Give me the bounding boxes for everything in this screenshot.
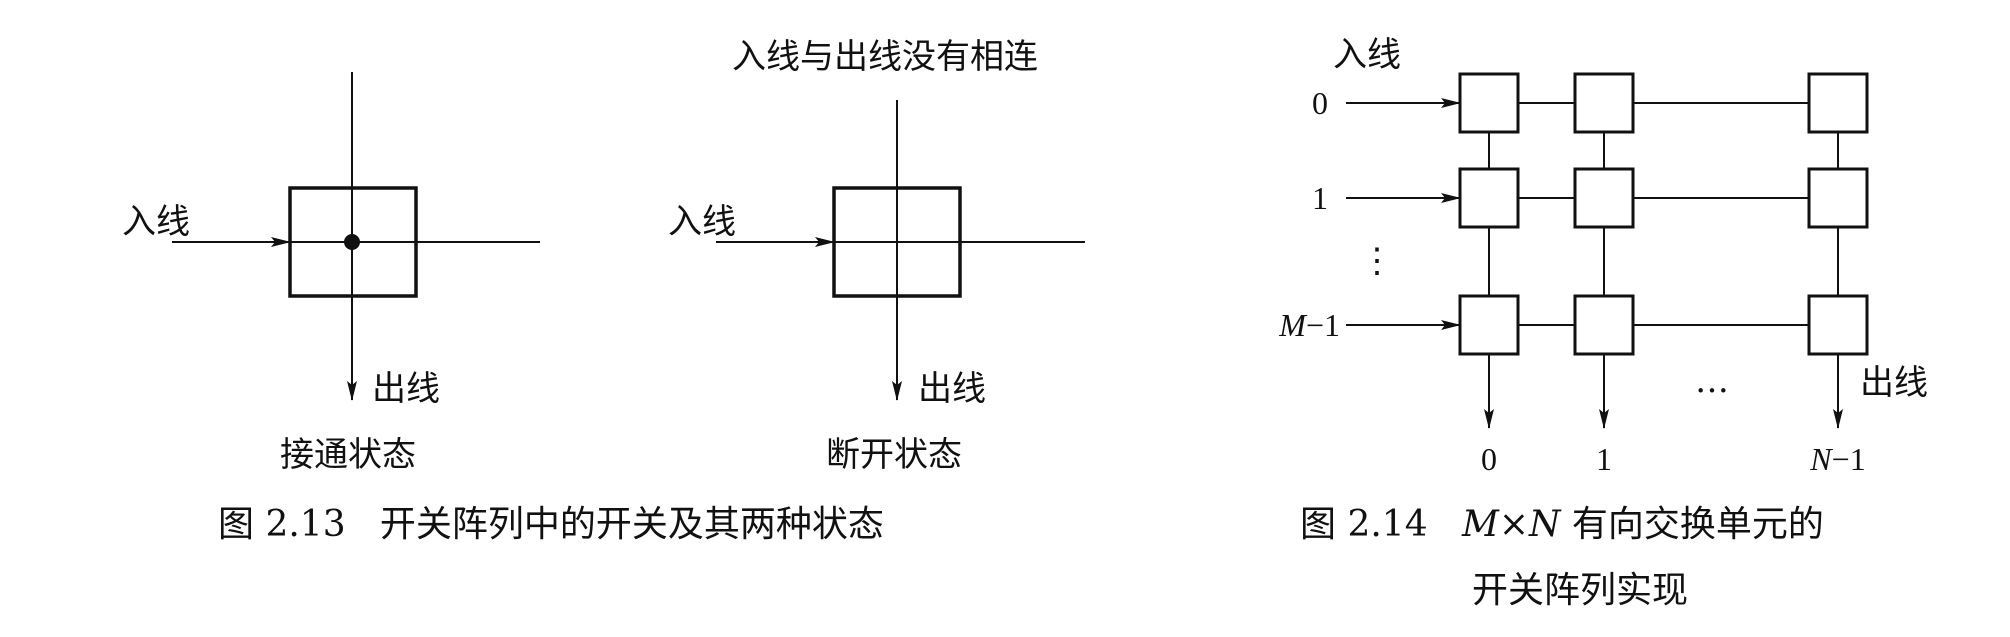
- input-label: 入线: [668, 202, 736, 242]
- state-label: 断开状态: [826, 435, 962, 475]
- col-var-n: N: [1809, 441, 1833, 477]
- switch-cell: [1807, 167, 1869, 229]
- caption-var-n: N: [1528, 504, 1562, 545]
- switch-cell: [1458, 294, 1520, 356]
- switch-cell: [1458, 72, 1520, 134]
- caption-var-m: M: [1461, 504, 1500, 545]
- col-label-1: 1: [1596, 441, 1612, 477]
- row-var-m: M: [1278, 307, 1308, 343]
- switch-cell: [1458, 167, 1520, 229]
- row-label-0: 0: [1312, 85, 1328, 121]
- switch-cell: [1573, 72, 1635, 134]
- state-label: 接通状态: [280, 435, 416, 475]
- switch-connected: 入线 出线 接通状态: [122, 72, 540, 475]
- row-label-m-1: M−1: [1278, 307, 1340, 343]
- input-label: 入线: [122, 202, 190, 242]
- caption-prefix: 图 2.14: [1300, 504, 1462, 545]
- caption-times: ×: [1499, 504, 1529, 545]
- figure-2-13-caption: 图 2.13 开关阵列中的开关及其两种状态: [218, 504, 884, 545]
- figure-2-14-caption-line2: 开关阵列实现: [1472, 570, 1688, 611]
- row-suffix: −1: [1306, 307, 1340, 343]
- switch-cell: [1573, 167, 1635, 229]
- diagram-canvas: 入线 出线 接通状态 入线与出线没有相连 入线 出线 断开状态 图 2.13 开…: [0, 0, 2010, 632]
- row-vertical-dots: ⋮: [1360, 241, 1394, 281]
- col-label-0: 0: [1481, 441, 1497, 477]
- column-horizontal-dots: …: [1695, 361, 1729, 401]
- row-label-1: 1: [1312, 180, 1328, 216]
- switch-cell: [1573, 294, 1635, 356]
- input-label: 入线: [1333, 35, 1401, 75]
- figure-svg: 入线 出线 接通状态 入线与出线没有相连 入线 出线 断开状态 图 2.13 开…: [122, 35, 1928, 611]
- switch-cell: [1807, 294, 1869, 356]
- figure-2-14-caption-line1: 图 2.14 M×N 有向交换单元的: [1300, 504, 1824, 545]
- col-label-n-1: N−1: [1809, 441, 1865, 477]
- output-label: 出线: [1860, 363, 1928, 403]
- connection-dot: [344, 234, 360, 250]
- output-label: 出线: [918, 369, 986, 409]
- switch-cell: [1807, 72, 1869, 134]
- switch-disconnected: 入线与出线没有相连 入线 出线 断开状态: [668, 37, 1085, 475]
- caption-rest: 有向交换单元的: [1560, 504, 1823, 545]
- col-suffix: −1: [1832, 441, 1866, 477]
- output-label: 出线: [372, 369, 440, 409]
- no-connection-note: 入线与出线没有相连: [732, 37, 1038, 77]
- switch-array: 入线 0 1 ⋮ M−1 … 出线 0 1 N−1: [1278, 35, 1928, 477]
